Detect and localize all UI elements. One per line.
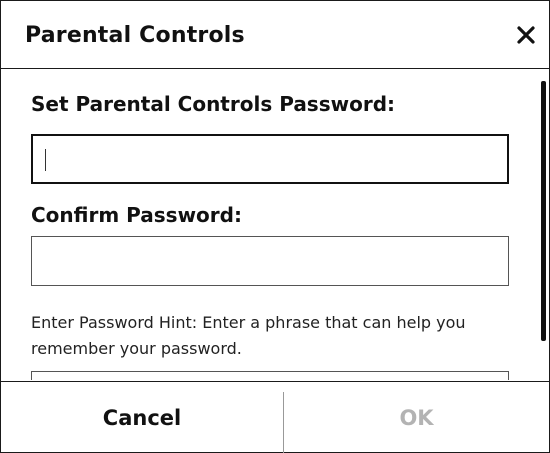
parental-controls-dialog: Parental Controls Set Parental Controls … bbox=[0, 0, 550, 453]
confirm-password-input[interactable] bbox=[31, 236, 509, 286]
dialog-title: Parental Controls bbox=[25, 23, 245, 48]
confirm-password-label: Confirm Password: bbox=[31, 203, 242, 227]
password-hint-label: Enter Password Hint: Enter a phrase that… bbox=[31, 313, 466, 358]
close-button[interactable] bbox=[509, 18, 543, 52]
password-label: Set Parental Controls Password: bbox=[31, 92, 396, 116]
text-caret bbox=[45, 149, 46, 171]
dialog-header: Parental Controls bbox=[1, 1, 549, 69]
close-icon bbox=[517, 26, 535, 44]
dialog-body: Set Parental Controls Password: Confirm … bbox=[1, 70, 549, 380]
scrollbar-thumb[interactable] bbox=[541, 81, 546, 341]
password-hint-input[interactable] bbox=[31, 371, 509, 380]
ok-button[interactable]: OK bbox=[284, 382, 549, 453]
password-input[interactable] bbox=[31, 134, 509, 184]
cancel-button[interactable]: Cancel bbox=[1, 382, 283, 453]
dialog-footer: Cancel OK bbox=[1, 381, 549, 453]
